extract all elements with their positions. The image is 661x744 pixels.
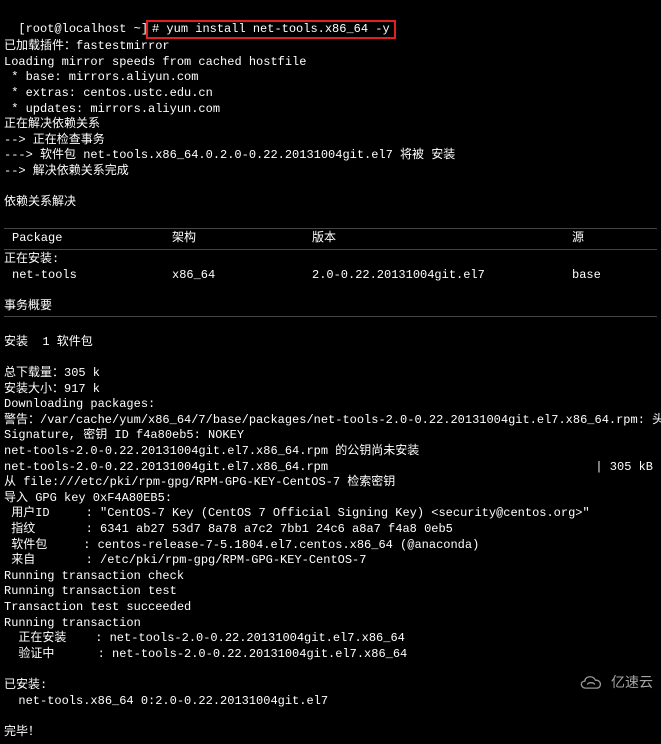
terminal-line: 导入 GPG key 0xF4A80EB5: — [4, 491, 657, 507]
terminal-line: net-tools-2.0-0.22.20131004git.el7.x86_6… — [4, 444, 657, 460]
terminal-line — [4, 350, 657, 366]
cell-arch: x86_64 — [172, 268, 312, 284]
terminal-line: 正在解决依赖关系 — [4, 117, 657, 133]
output-block: 已加载插件：fastestmirrorLoading mirror speeds… — [4, 39, 657, 226]
terminal-line: * updates: mirrors.aliyun.com — [4, 102, 657, 118]
terminal-line: 已加载插件：fastestmirror — [4, 39, 657, 55]
summary-label: 事务概要 — [4, 299, 657, 315]
terminal-line: 安装 1 软件包 — [4, 335, 657, 351]
terminal-line: 验证中 : net-tools-2.0-0.22.20131004git.el7… — [4, 647, 657, 663]
terminal-line: Running transaction check — [4, 569, 657, 585]
cloud-icon — [577, 668, 605, 696]
terminal-line — [4, 709, 657, 725]
terminal-line: 完毕！ — [4, 725, 657, 741]
terminal-line: 安装大小：917 k — [4, 382, 657, 398]
col-header-package: Package — [4, 231, 172, 247]
terminal-line: Running transaction test — [4, 584, 657, 600]
terminal-line: 来自 : /etc/pki/rpm-gpg/RPM-GPG-KEY-CentOS… — [4, 553, 657, 569]
terminal-line — [4, 283, 657, 299]
shell-prompt: [root@localhost ~] — [18, 22, 148, 36]
table-header: Package 架构 版本 源 — [4, 231, 657, 247]
terminal-line: * extras: centos.ustc.edu.cn — [4, 86, 657, 102]
col-header-repo: 源 — [572, 231, 657, 247]
terminal-line: 从 file:///etc/pki/rpm-gpg/RPM-GPG-KEY-Ce… — [4, 475, 657, 491]
terminal-line: net-tools.x86_64 0:2.0-0.22.20131004git.… — [4, 694, 657, 710]
terminal-line: 总下载量：305 k — [4, 366, 657, 382]
cell-repo: base — [572, 268, 657, 284]
terminal-line: 软件包 : centos-release-7-5.1804.el7.centos… — [4, 538, 657, 554]
terminal-line: Loading mirror speeds from cached hostfi… — [4, 55, 657, 71]
terminal-line: Transaction test succeeded — [4, 600, 657, 616]
col-header-version: 版本 — [312, 231, 572, 247]
table-row: net-tools x86_64 2.0-0.22.20131004git.el… — [4, 268, 657, 284]
terminal-line: 正在安装 : net-tools-2.0-0.22.20131004git.el… — [4, 631, 657, 647]
terminal-line: 警告：/var/cache/yum/x86_64/7/base/packages… — [4, 413, 657, 429]
installing-label: 正在安装: — [4, 252, 657, 268]
table-rule-mid — [4, 249, 657, 250]
terminal-line — [4, 180, 657, 196]
command-highlight: # yum install net-tools.x86_64 -y — [146, 20, 396, 40]
terminal-line: 用户ID : "CentOS-7 Key (CentOS 7 Official … — [4, 506, 657, 522]
terminal-line: ---> 软件包 net-tools.x86_64.0.2.0-0.22.201… — [4, 148, 657, 164]
watermark-text: 亿速云 — [611, 673, 653, 691]
cell-package: net-tools — [4, 268, 172, 284]
table-rule-bottom — [4, 316, 657, 317]
terminal-line: Downloading packages: — [4, 397, 657, 413]
cell-version: 2.0-0.22.20131004git.el7 — [312, 268, 572, 284]
download-size-line: net-tools-2.0-0.22.20131004git.el7.x86_6… — [4, 460, 657, 476]
terminal-line — [4, 211, 657, 227]
download-file: net-tools-2.0-0.22.20131004git.el7.x86_6… — [4, 460, 595, 476]
terminal-line: Running transaction — [4, 616, 657, 632]
output-block: 从 file:///etc/pki/rpm-gpg/RPM-GPG-KEY-Ce… — [4, 475, 657, 740]
output-block: 安装 1 软件包 总下载量：305 k安装大小：917 kDownloading… — [4, 319, 657, 459]
terminal-line: --> 解决依赖关系完成 — [4, 164, 657, 180]
terminal-line: * base: mirrors.aliyun.com — [4, 70, 657, 86]
terminal-line: [root@localhost ~]# yum install net-tool… — [4, 4, 657, 39]
col-header-arch: 架构 — [172, 231, 312, 247]
download-size: | 305 kB — [595, 460, 657, 476]
terminal-line: Signature, 密钥 ID f4a80eb5: NOKEY — [4, 428, 657, 444]
table-rule-top — [4, 228, 657, 229]
terminal-line: 依赖关系解决 — [4, 195, 657, 211]
watermark: 亿速云 — [577, 668, 653, 696]
terminal-line: 已安装: — [4, 678, 657, 694]
terminal-line: --> 正在检查事务 — [4, 133, 657, 149]
terminal-line — [4, 319, 657, 335]
terminal-line — [4, 662, 657, 678]
terminal-line: 指纹 : 6341 ab27 53d7 8a78 a7c2 7bb1 24c6 … — [4, 522, 657, 538]
